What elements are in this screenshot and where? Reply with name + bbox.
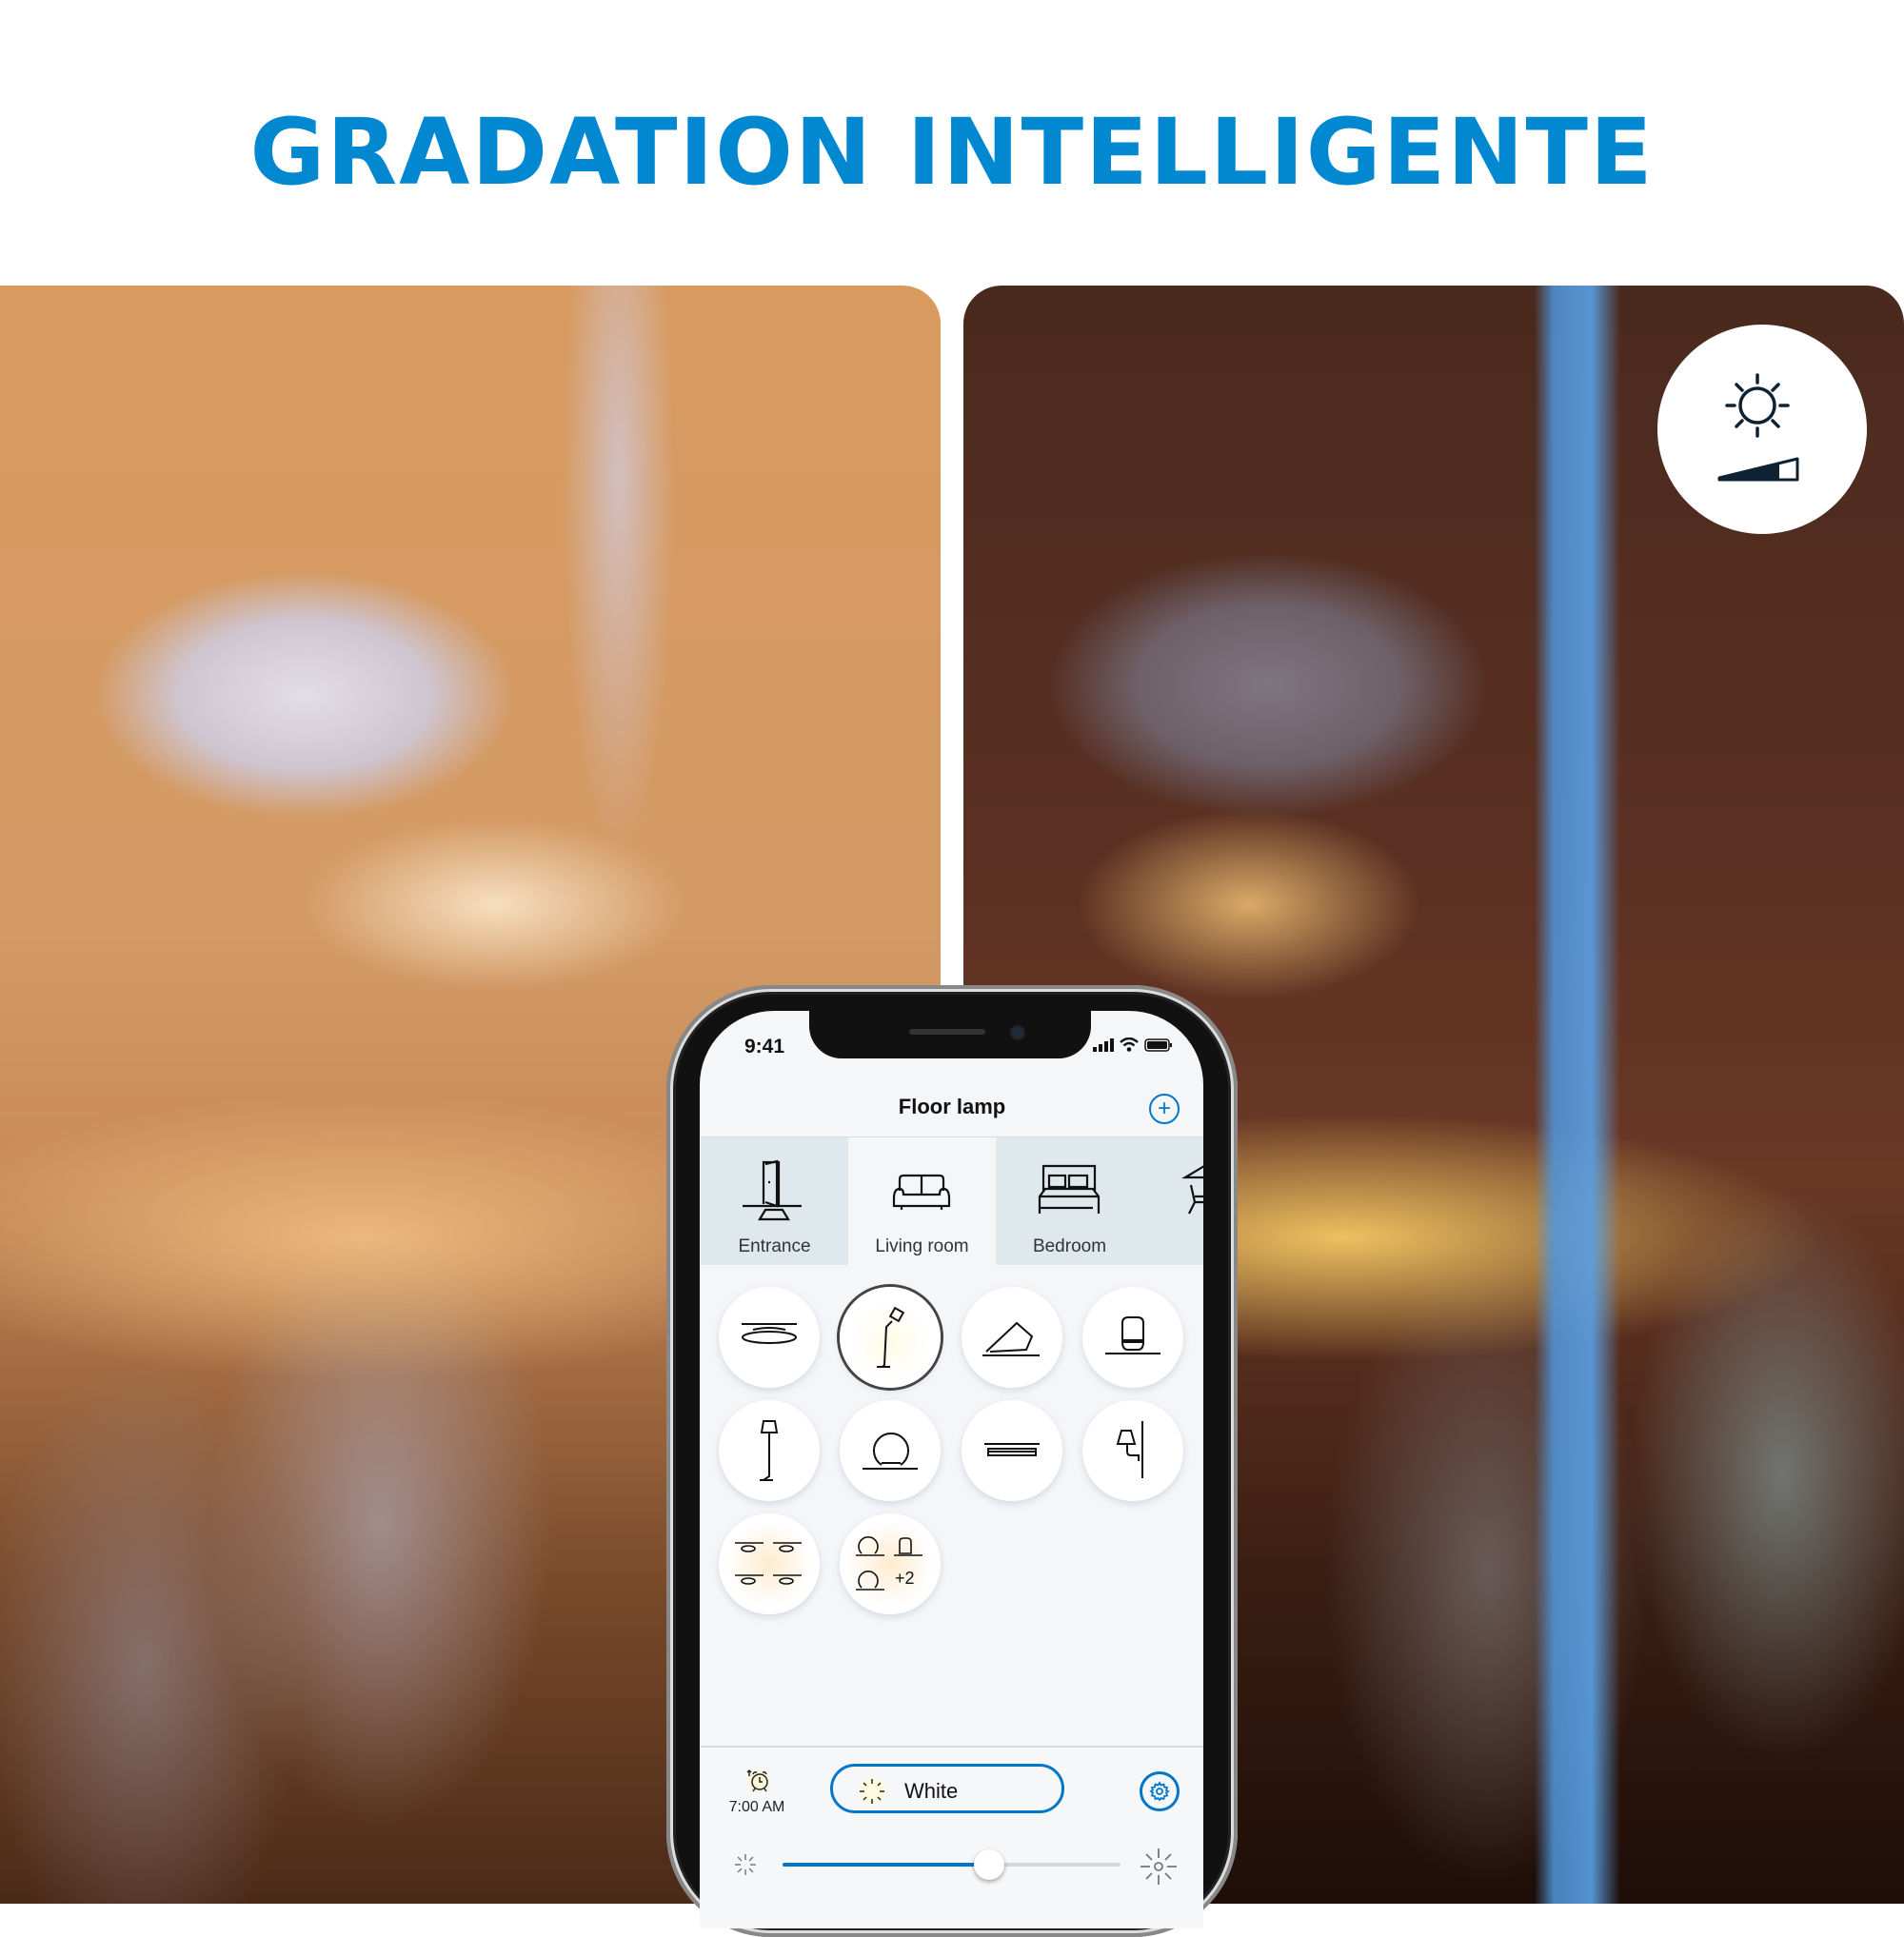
table-lamp-icon xyxy=(1105,1316,1160,1354)
globe-lamp-icon xyxy=(863,1433,918,1470)
brightness-slider-fill xyxy=(783,1863,989,1867)
wifi-icon xyxy=(1120,1038,1139,1052)
room-tab-living-room[interactable]: Living room xyxy=(848,1137,996,1265)
ceiling-light-icon xyxy=(742,1323,797,1344)
brightness-slider-thumb[interactable] xyxy=(973,1849,1004,1880)
status-time: 9:41 xyxy=(744,1036,785,1057)
alarm-button[interactable] xyxy=(744,1767,773,1795)
lamp-mixed-group[interactable]: +2 xyxy=(840,1513,941,1614)
status-icons xyxy=(1093,1038,1173,1052)
speaker-grille xyxy=(909,1029,985,1035)
group-extra-count: +2 xyxy=(895,1569,915,1588)
mixed-group-icon xyxy=(856,1536,922,1591)
lamp-wedge[interactable] xyxy=(962,1287,1062,1388)
lamp-ceiling[interactable] xyxy=(719,1287,820,1388)
desk-lamp-icon xyxy=(877,1306,905,1368)
brightness-high-icon xyxy=(1140,1848,1177,1885)
brightness-dimming-icon xyxy=(1717,373,1799,482)
phone-notch xyxy=(809,1011,1091,1058)
lamp-desk-selected[interactable] xyxy=(840,1287,941,1388)
spotlights-group-icon xyxy=(735,1542,802,1585)
gear-icon xyxy=(1149,1781,1170,1802)
lamp-panel[interactable] xyxy=(962,1400,1062,1501)
brightness-low-icon xyxy=(735,1854,756,1875)
add-button[interactable]: + xyxy=(1149,1094,1180,1124)
lamp-floor[interactable] xyxy=(719,1400,820,1501)
white-mode-label: White xyxy=(904,1779,959,1803)
room-tab-entrance[interactable]: Entrance xyxy=(701,1137,848,1265)
room-tab-bedroom[interactable]: Bedroom xyxy=(996,1137,1143,1265)
headline: GRADATION INTELLIGENTE xyxy=(249,99,1655,206)
room-tabs: Entrance Living room Bedroom Te xyxy=(701,1137,1203,1265)
dimming-badge xyxy=(1657,325,1867,534)
alarm-time: 7:00 AM xyxy=(728,1799,785,1815)
wall-lamp-icon xyxy=(1116,1421,1143,1478)
white-light-icon xyxy=(859,1778,885,1805)
settings-button[interactable] xyxy=(1140,1771,1180,1811)
alarm-clock-icon xyxy=(746,1769,768,1792)
battery-icon xyxy=(1144,1038,1172,1052)
lamp-globe[interactable] xyxy=(840,1400,941,1501)
signal-icon xyxy=(1093,1038,1114,1052)
door-icon xyxy=(743,1159,802,1221)
sofa-icon xyxy=(892,1174,951,1210)
plus-circle-icon: + xyxy=(1157,1096,1171,1121)
lamp-table[interactable] xyxy=(1082,1287,1183,1388)
lamp-spotlights-group[interactable] xyxy=(719,1513,820,1614)
device-title: Floor lamp xyxy=(898,1095,1006,1118)
lamp-wall[interactable] xyxy=(1082,1400,1183,1501)
terrace-icon xyxy=(1181,1165,1203,1215)
panel-light-icon xyxy=(984,1443,1040,1456)
floor-lamp-icon xyxy=(760,1420,779,1481)
brightness-slider[interactable] xyxy=(783,1863,1121,1867)
wedge-lamp-icon xyxy=(982,1321,1040,1356)
bed-icon xyxy=(1038,1164,1101,1214)
room-tab-terrace[interactable]: Te xyxy=(1143,1137,1203,1265)
front-camera xyxy=(1012,1027,1023,1038)
